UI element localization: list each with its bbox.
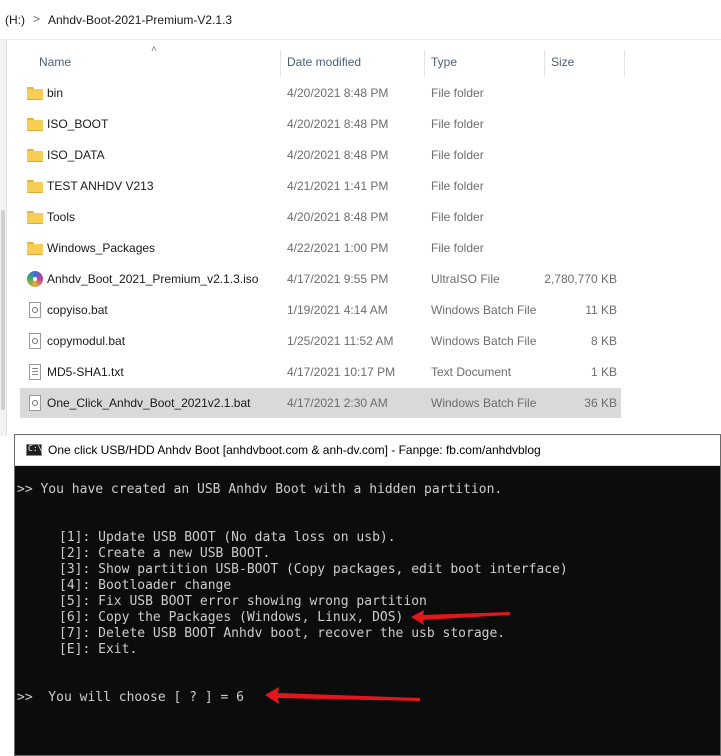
file-row[interactable]: ISO_DATA 4/20/2021 8:48 PM File folder <box>20 140 621 170</box>
navigation-pane-scrollbar[interactable] <box>1 210 5 410</box>
file-size: 36 KB <box>584 396 617 410</box>
file-date: 4/20/2021 8:48 PM <box>287 210 389 224</box>
console-status-line: >> You have created an USB Anhdv Boot wi… <box>17 482 503 497</box>
file-name: MD5-SHA1.txt <box>47 365 124 379</box>
console-menu-option: [E]: Exit. <box>59 642 138 657</box>
file-name: ISO_DATA <box>47 148 105 162</box>
file-row[interactable]: MD5-SHA1.txt 4/17/2021 10:17 PM Text Doc… <box>20 357 621 387</box>
file-name: copymodul.bat <box>47 334 126 348</box>
file-type: Windows Batch File <box>431 334 537 348</box>
text-file-icon <box>27 364 43 380</box>
breadcrumb-current-folder[interactable]: Anhdv-Boot-2021-Premium-V2.1.3 <box>48 13 232 27</box>
file-row[interactable]: TEST ANHDV V213 4/21/2021 1:41 PM File f… <box>20 171 621 201</box>
file-row[interactable]: bin 4/20/2021 8:48 PM File folder <box>20 78 621 108</box>
breadcrumb-chevron-icon[interactable]: > <box>33 12 40 26</box>
batch-file-icon <box>27 333 43 349</box>
file-date: 4/22/2021 1:00 PM <box>287 241 389 255</box>
breadcrumb-drive[interactable]: (H:) <box>5 13 25 27</box>
console-menu-option: [1]: Update USB BOOT (No data loss on us… <box>59 530 396 545</box>
annotation-arrow-icon <box>411 610 510 625</box>
file-date: 4/20/2021 8:48 PM <box>287 117 389 131</box>
file-name: ISO_BOOT <box>47 117 109 131</box>
file-name: Windows_Packages <box>47 241 156 255</box>
file-name: Tools <box>47 210 76 224</box>
console-menu-option: [2]: Create a new USB BOOT. <box>59 546 271 561</box>
folder-icon <box>27 147 43 163</box>
navigation-pane-edge <box>0 40 7 436</box>
file-name: One_Click_Anhdv_Boot_2021v2.1.bat <box>47 396 251 410</box>
console-title: One click USB/HDD Anhdv Boot [anhdvboot.… <box>48 443 541 457</box>
file-type: File folder <box>431 86 484 100</box>
file-size: 1 KB <box>590 365 617 379</box>
address-bar[interactable]: (H:) > Anhdv-Boot-2021-Premium-V2.1.3 <box>0 0 721 40</box>
file-name: Anhdv_Boot_2021_Premium_v2.1.3.iso <box>47 272 259 286</box>
folder-icon <box>27 85 43 101</box>
annotation-arrow-icon <box>265 687 420 704</box>
file-row[interactable]: Tools 4/20/2021 8:48 PM File folder <box>20 202 621 232</box>
file-type: Text Document <box>431 365 512 379</box>
file-date: 4/21/2021 1:41 PM <box>287 179 389 193</box>
file-date: 4/17/2021 2:30 AM <box>287 396 388 410</box>
folder-icon <box>27 240 43 256</box>
column-divider[interactable] <box>544 50 545 76</box>
column-divider[interactable] <box>424 50 425 76</box>
column-divider[interactable] <box>624 50 625 76</box>
file-date: 1/19/2021 4:14 AM <box>287 303 388 317</box>
console-prompt-line[interactable]: >> You will choose [ ? ] = 6 <box>17 690 244 706</box>
sort-ascending-icon: ˄ <box>151 44 157 55</box>
console-menu-option: [4]: Bootloader change <box>59 578 232 593</box>
file-type: File folder <box>431 210 484 224</box>
batch-file-icon <box>27 395 43 411</box>
file-type: UltraISO File <box>431 272 500 286</box>
file-row[interactable]: copyiso.bat 1/19/2021 4:14 AM Windows Ba… <box>20 295 621 325</box>
file-date: 1/25/2021 11:52 AM <box>287 334 394 348</box>
file-type: File folder <box>431 148 484 162</box>
column-type[interactable]: Type <box>431 48 457 78</box>
file-size: 8 KB <box>590 334 617 348</box>
file-type: File folder <box>431 179 484 193</box>
console-title-bar[interactable]: C:\ One click USB/HDD Anhdv Boot [anhdvb… <box>15 435 720 466</box>
file-date: 4/17/2021 10:17 PM <box>287 365 396 379</box>
column-header: ˄ Name Date modified Type Size <box>20 44 626 78</box>
folder-icon <box>27 209 43 225</box>
folder-icon <box>27 116 43 132</box>
file-date: 4/17/2021 9:55 PM <box>287 272 389 286</box>
file-type: Windows Batch File <box>431 396 537 410</box>
console-window[interactable]: C:\ One click USB/HDD Anhdv Boot [anhdvb… <box>14 434 721 756</box>
column-name[interactable]: Name <box>39 48 71 78</box>
file-date: 4/20/2021 8:48 PM <box>287 148 389 162</box>
file-name: TEST ANHDV V213 <box>47 179 154 193</box>
file-row-selected[interactable]: One_Click_Anhdv_Boot_2021v2.1.bat 4/17/2… <box>20 388 621 418</box>
file-row[interactable]: Windows_Packages 4/22/2021 1:00 PM File … <box>20 233 621 263</box>
column-size[interactable]: Size <box>551 48 574 78</box>
console-menu-option: [6]: Copy the Packages (Windows, Linux, … <box>59 610 404 625</box>
disc-icon <box>27 271 43 287</box>
file-name: bin <box>47 86 64 100</box>
file-row[interactable]: Anhdv_Boot_2021_Premium_v2.1.3.iso 4/17/… <box>20 264 621 294</box>
batch-file-icon <box>27 302 43 318</box>
column-divider[interactable] <box>280 50 281 76</box>
console-menu-option: [3]: Show partition USB-BOOT (Copy packa… <box>59 562 568 577</box>
file-name: copyiso.bat <box>47 303 108 317</box>
column-date-modified[interactable]: Date modified <box>287 48 361 78</box>
console-menu-option: [7]: Delete USB BOOT Anhdv boot, recover… <box>59 626 506 641</box>
file-row[interactable]: ISO_BOOT 4/20/2021 8:48 PM File folder <box>20 109 621 139</box>
file-size: 2,780,770 KB <box>544 272 617 286</box>
file-date: 4/20/2021 8:48 PM <box>287 86 389 100</box>
file-size: 11 KB <box>585 303 617 317</box>
file-row[interactable]: copymodul.bat 1/25/2021 11:52 AM Windows… <box>20 326 621 356</box>
folder-icon <box>27 178 43 194</box>
command-prompt-icon: C:\ <box>26 444 42 456</box>
file-type: File folder <box>431 117 484 131</box>
file-type: Windows Batch File <box>431 303 537 317</box>
file-type: File folder <box>431 241 484 255</box>
console-menu-option: [5]: Fix USB BOOT error showing wrong pa… <box>59 594 427 609</box>
